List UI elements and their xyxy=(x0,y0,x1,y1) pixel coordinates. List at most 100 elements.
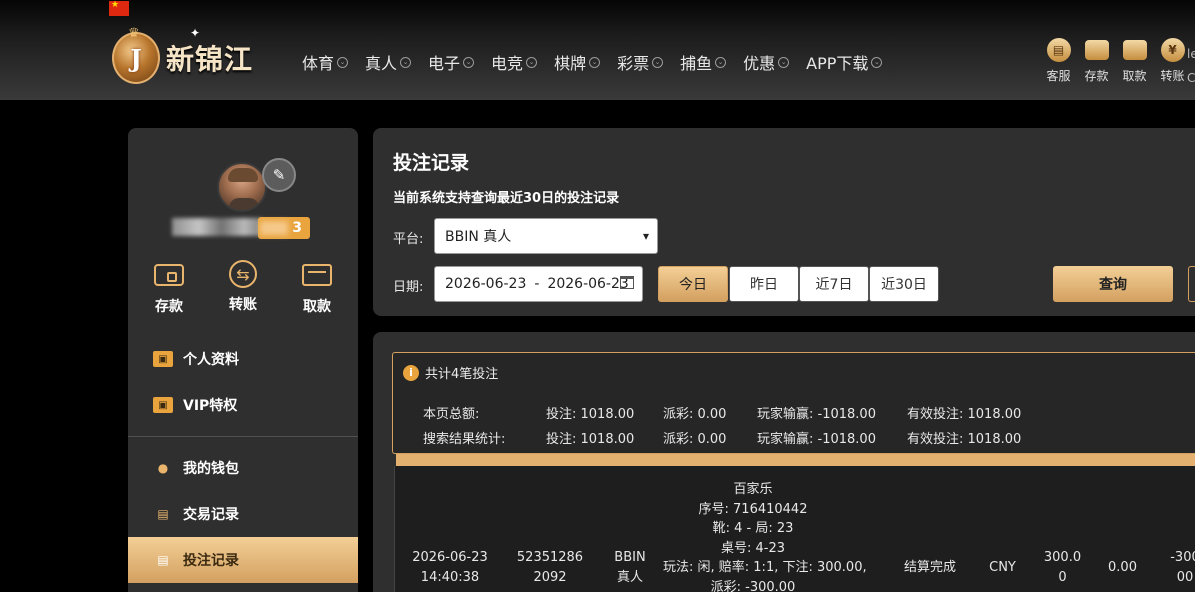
logo-emblem-icon: ♛ J xyxy=(112,26,160,84)
platform-label: 平台: xyxy=(393,232,424,247)
summary-label: 本页总额: xyxy=(423,407,480,422)
query-range-notice: 当前系统支持查询最近30日的投注记录 xyxy=(393,191,620,206)
nav-item-slots[interactable]: 电子 ⌄ xyxy=(428,50,475,74)
sidebar-item-wallet[interactable]: ● 我的钱包 xyxy=(128,445,358,491)
quick-link-service[interactable]: ▤ 客服 xyxy=(1040,38,1077,84)
top-header: ★ ♛ J 新锦江 ✦ 体育 ⌄ 真人 ⌄ 电子 ⌄ 电竞 ⌄ 棋牌 ⌄ 彩票 ⌄ 捕鱼 ⌄ … xyxy=(0,0,1195,100)
search-button[interactable]: 查询 xyxy=(1053,266,1173,302)
page-title: 投注记录 xyxy=(393,152,470,174)
nav-item-promotions[interactable]: 优惠 ⌄ xyxy=(743,50,790,74)
summary-row-search-total: 搜索结果统计: 投注: 1018.00 派彩: 0.00 玩家输赢: -1018… xyxy=(423,428,1021,447)
chevron-down-icon: ▾ xyxy=(642,229,649,243)
edit-profile-button[interactable]: ✎ xyxy=(262,158,296,192)
summary-valid-bet: 有效投注: 1018.00 xyxy=(907,407,1022,422)
bet-amount-line2: 0 xyxy=(1058,570,1067,585)
quick-link-deposit[interactable]: 存款 xyxy=(1078,38,1115,84)
nav-item-app-download[interactable]: APP下载 ⌄ xyxy=(806,50,883,74)
quick-link-transfer[interactable]: ¥ 转账 xyxy=(1154,38,1191,84)
nav-item-live[interactable]: 真人 ⌄ xyxy=(365,50,412,74)
account-sidebar: ✎ 3 存款 ⇆ 转账 取款 ▣ 个人资料 ▣ VIP特权 ● 我的钱包 ▤ 交… xyxy=(128,128,358,592)
vip-level-number: 3 xyxy=(292,220,302,236)
cell-currency: CNY xyxy=(989,560,1016,575)
sidebar-item-bet-records[interactable]: ▤ 投注记录 xyxy=(128,537,358,583)
main-nav: 体育 ⌄ 真人 ⌄ 电子 ⌄ 电竞 ⌄ 棋牌 ⌄ 彩票 ⌄ 捕鱼 ⌄ 优惠 ⌄ APP下载 ⌄ xyxy=(302,50,899,74)
bet-record-results-panel: i 共计4笔投注 本页总额: 投注: 1018.00 派彩: 0.00 玩家输赢… xyxy=(373,332,1195,592)
sidebar-menu: ▣ 个人资料 ▣ VIP特权 ● 我的钱包 ▤ 交易记录 ▤ 投注记录 xyxy=(128,336,358,583)
winloss-line1: -300 xyxy=(1170,550,1195,565)
avatar[interactable] xyxy=(217,162,267,212)
last-30-days-button[interactable]: 近30日 xyxy=(869,266,939,302)
secondary-button-partial[interactable] xyxy=(1188,266,1195,302)
platform-select[interactable]: BBIN 真人 ▾ xyxy=(434,218,658,254)
sidebar-item-label: VIP特权 xyxy=(183,398,238,414)
action-label: 存款 xyxy=(155,299,183,315)
summary-heading: i 共计4笔投注 xyxy=(403,363,498,382)
bet-record-filter-panel: 投注记录 当前系统支持查询最近30日的投注记录 平台: BBIN 真人 ▾ 日期… xyxy=(373,128,1195,316)
transfer-icon: ⇆ xyxy=(229,260,257,288)
platform-select-value: BBIN 真人 xyxy=(445,229,512,245)
sidebar-transfer-button[interactable]: ⇆ 转账 xyxy=(213,260,273,316)
summary-heading-text: 共计4笔投注 xyxy=(425,367,499,382)
quick-link-label: 取款 xyxy=(1122,69,1147,83)
wallet-icon xyxy=(1084,40,1109,60)
detail-payout: 派彩: -300.00 xyxy=(710,579,796,592)
sidebar-item-transactions[interactable]: ▤ 交易记录 xyxy=(128,491,358,537)
nav-item-lottery[interactable]: 彩票 ⌄ xyxy=(617,50,664,74)
header-truncated-text: le C xyxy=(1187,47,1195,85)
cell-bet-detail: 百家乐 序号: 716410442 靴: 4 - 局: 23 桌号: 4-23 … xyxy=(663,480,867,592)
chevron-down-icon: ⌄ xyxy=(463,56,475,68)
chevron-down-icon: ⌄ xyxy=(871,56,883,68)
detail-game: 百家乐 xyxy=(733,482,773,497)
menu-divider xyxy=(128,436,358,437)
cell-status: 结算完成 xyxy=(903,560,956,575)
logo-letter: J xyxy=(130,43,142,73)
detail-play: 玩法: 闲, 赔率: 1:1, 下注: 300.00, xyxy=(663,560,867,575)
yesterday-button[interactable]: 昨日 xyxy=(729,266,799,302)
vip-card-icon: ▣ xyxy=(153,397,173,413)
summary-payout: 派彩: 0.00 xyxy=(663,407,727,422)
sidebar-item-vip[interactable]: ▣ VIP特权 xyxy=(128,382,358,428)
cell-bet-amount: 300.0 0 xyxy=(1035,548,1090,588)
chevron-down-icon: ⌄ xyxy=(400,56,412,68)
today-button[interactable]: 今日 xyxy=(658,266,728,302)
chevron-down-icon: ⌄ xyxy=(715,56,727,68)
date-separator: - xyxy=(534,276,540,292)
sidebar-deposit-button[interactable]: 存款 xyxy=(139,260,199,316)
quick-link-label: 存款 xyxy=(1084,69,1109,83)
nav-item-sports[interactable]: 体育 ⌄ xyxy=(302,50,349,74)
info-icon: i xyxy=(403,364,419,381)
china-flag-icon[interactable]: ★ xyxy=(109,1,129,16)
quick-link-withdraw[interactable]: 取款 xyxy=(1116,38,1153,84)
nav-label: 电竞 xyxy=(491,54,524,73)
chevron-down-icon: ⌄ xyxy=(652,56,664,68)
piggy-bank-icon: ● xyxy=(157,461,169,475)
edit-icon: ✎ xyxy=(272,166,286,184)
action-label: 转账 xyxy=(229,297,257,313)
nav-label: APP下载 xyxy=(806,54,869,73)
username-redacted xyxy=(172,218,262,236)
nav-item-esports[interactable]: 电竞 ⌄ xyxy=(491,50,538,74)
chevron-down-icon: ⌄ xyxy=(778,56,790,68)
bet-date: 2026-06-23 xyxy=(412,550,488,565)
summary-winloss: 玩家输赢: -1018.00 xyxy=(757,407,876,422)
nav-label: 捕鱼 xyxy=(680,54,713,73)
order-no-line2: 2092 xyxy=(533,570,567,585)
quick-link-label: 转账 xyxy=(1160,69,1185,83)
sidebar-withdraw-button[interactable]: 取款 xyxy=(287,260,347,316)
ledger-icon: ▤ xyxy=(157,507,169,521)
nav-item-cards[interactable]: 棋牌 ⌄ xyxy=(554,50,601,74)
sidebar-item-profile[interactable]: ▣ 个人资料 xyxy=(128,336,358,382)
action-label: 取款 xyxy=(303,299,331,315)
cell-winloss: -300 00 xyxy=(1160,548,1195,588)
bet-summary-box: i 共计4笔投注 本页总额: 投注: 1018.00 派彩: 0.00 玩家输赢… xyxy=(392,352,1195,454)
quick-date-buttons: 今日 昨日 近7日 近30日 xyxy=(658,266,939,302)
site-logo[interactable]: ♛ J 新锦江 ✦ xyxy=(112,26,253,84)
crown-icon: ♛ xyxy=(128,26,140,41)
date-range-input[interactable]: 2026-06-23 - 2026-06-23 xyxy=(434,266,643,302)
nav-label: 真人 xyxy=(365,54,398,73)
summary-winloss: 玩家输赢: -1018.00 xyxy=(757,432,876,447)
wallet-icon xyxy=(154,264,184,286)
summary-bet: 投注: 1018.00 xyxy=(546,407,635,422)
last-7-days-button[interactable]: 近7日 xyxy=(799,266,869,302)
nav-item-fishing[interactable]: 捕鱼 ⌄ xyxy=(680,50,727,74)
